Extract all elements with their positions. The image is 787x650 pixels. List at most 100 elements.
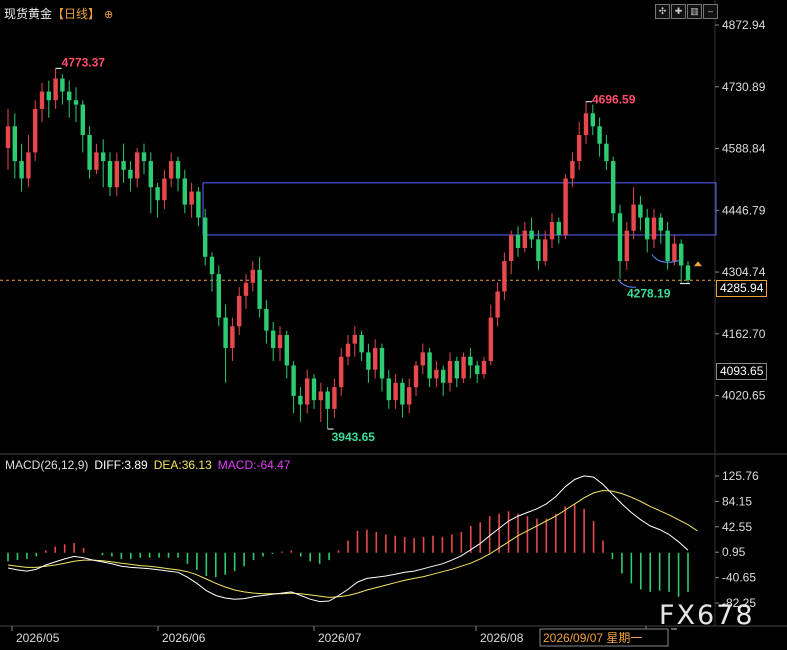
low-label: 3943.65 xyxy=(332,430,376,444)
candle-body xyxy=(94,152,99,170)
macd-tick-label: 84.15 xyxy=(722,494,752,508)
candle-body xyxy=(264,308,269,331)
candle-body xyxy=(536,239,541,262)
candle-body xyxy=(291,365,296,396)
zoom-icon[interactable]: ✚ xyxy=(671,4,686,19)
candle-body xyxy=(182,178,188,205)
time-tick-label: 2026/06 xyxy=(162,631,206,645)
candle-body xyxy=(406,387,412,405)
candle-body xyxy=(556,221,562,235)
candle-body xyxy=(332,387,337,409)
candle-body xyxy=(196,191,201,218)
candle-body xyxy=(148,161,154,188)
candle-body xyxy=(338,356,344,388)
candle-body xyxy=(284,334,290,366)
time-tick-label: 2026/05 xyxy=(16,631,60,645)
candle-body xyxy=(352,334,358,344)
candle-body xyxy=(141,152,147,162)
cursor-price-tag: 4093.65 xyxy=(716,363,768,380)
macd-value: MACD:-64.47 xyxy=(217,458,291,472)
candle-body xyxy=(685,265,691,281)
candle-body xyxy=(73,100,79,105)
price-arrow-icon xyxy=(694,261,702,267)
price-tick-label: 4446.79 xyxy=(722,203,766,217)
candle-body xyxy=(359,334,364,353)
candle-body xyxy=(420,352,426,366)
candle-body xyxy=(474,365,480,375)
candle-body xyxy=(53,78,58,101)
candle-body xyxy=(502,261,507,292)
macd-tick-label: -40.65 xyxy=(722,571,756,585)
candle-body xyxy=(304,378,310,405)
candle-body xyxy=(270,330,276,349)
cursor-date-label: 2026/09/07 星期一 xyxy=(543,631,642,645)
candle-body xyxy=(393,382,398,401)
high-label: 4773.37 xyxy=(62,55,106,69)
candle-body xyxy=(386,378,392,401)
minimize-icon[interactable]: – xyxy=(703,4,718,19)
candle-body xyxy=(107,161,113,188)
time-tick-label: 2026/08 xyxy=(480,631,524,645)
candle-body xyxy=(570,161,575,179)
candle-body xyxy=(413,365,419,388)
candle-body xyxy=(529,230,534,240)
price-tick-label: 4304.74 xyxy=(722,265,766,279)
candle-body xyxy=(26,152,31,179)
macd-dea: DEA:36.13 xyxy=(153,458,212,472)
candle-body xyxy=(372,348,378,370)
candle-body xyxy=(250,269,256,283)
settings-icon[interactable]: ⊕ xyxy=(104,9,113,21)
candle-body xyxy=(128,169,133,179)
candle-body xyxy=(440,369,446,383)
price-tick-label: 4020.65 xyxy=(722,389,766,403)
diff-line xyxy=(7,475,689,603)
time-tick-label: 2026/07 xyxy=(318,631,362,645)
candle-body xyxy=(318,391,324,401)
candle-body xyxy=(19,161,24,179)
candle-body xyxy=(638,204,643,218)
candle-body xyxy=(400,382,405,405)
candle-body xyxy=(189,191,194,205)
crosshair-icon[interactable]: ✣ xyxy=(655,4,670,19)
candle-body xyxy=(223,317,228,349)
candle-body xyxy=(481,361,487,375)
period-label[interactable]: 【日线】 xyxy=(52,7,100,21)
candle-body xyxy=(644,217,650,240)
candle-body xyxy=(87,135,92,170)
macd-tick-label: 125.76 xyxy=(722,469,759,483)
candle-body xyxy=(12,126,18,162)
candle-body xyxy=(114,161,120,188)
current-price-tag: 4285.94 xyxy=(716,280,768,297)
candle-body xyxy=(121,161,126,170)
price-tick-label: 4162.70 xyxy=(722,327,766,341)
candle-body xyxy=(672,243,677,262)
chart-root: 4872.94 4730.89 4588.84 4446.79 4304.74 4162.… xyxy=(0,0,787,650)
candle-body xyxy=(542,239,548,262)
candle-body xyxy=(576,135,582,162)
candle-body xyxy=(468,356,473,366)
candle-body xyxy=(236,295,242,327)
candle-body xyxy=(610,161,616,214)
candle-body xyxy=(427,352,432,379)
candle-body xyxy=(515,235,521,249)
candle-body xyxy=(522,230,528,249)
candle-body xyxy=(508,235,514,262)
candle-body xyxy=(162,178,167,201)
instrument-name: 现货黄金 xyxy=(4,7,53,21)
candle-body xyxy=(243,282,249,296)
instrument-title: 现货黄金【日线】 ⊕ xyxy=(4,5,113,22)
candlestick-chart[interactable]: 4872.94 4730.89 4588.84 4446.79 4304.74 4162.… xyxy=(0,0,787,650)
candle-body xyxy=(617,213,623,262)
candle-body xyxy=(155,187,160,201)
candle-body xyxy=(447,361,453,383)
macd-diff: DIFF:3.89 xyxy=(94,458,148,472)
macd-tick-label: 42.55 xyxy=(722,520,752,534)
candle-body xyxy=(46,91,52,101)
candle-body xyxy=(563,178,568,235)
candle-body xyxy=(39,91,45,109)
macd-title: MACD(26,12,9) xyxy=(5,458,89,472)
bar-chart-icon[interactable]: ▥ xyxy=(687,4,702,19)
candle-body xyxy=(134,152,140,179)
price-tick-label: 4730.89 xyxy=(722,80,766,94)
candle-body xyxy=(32,108,38,153)
